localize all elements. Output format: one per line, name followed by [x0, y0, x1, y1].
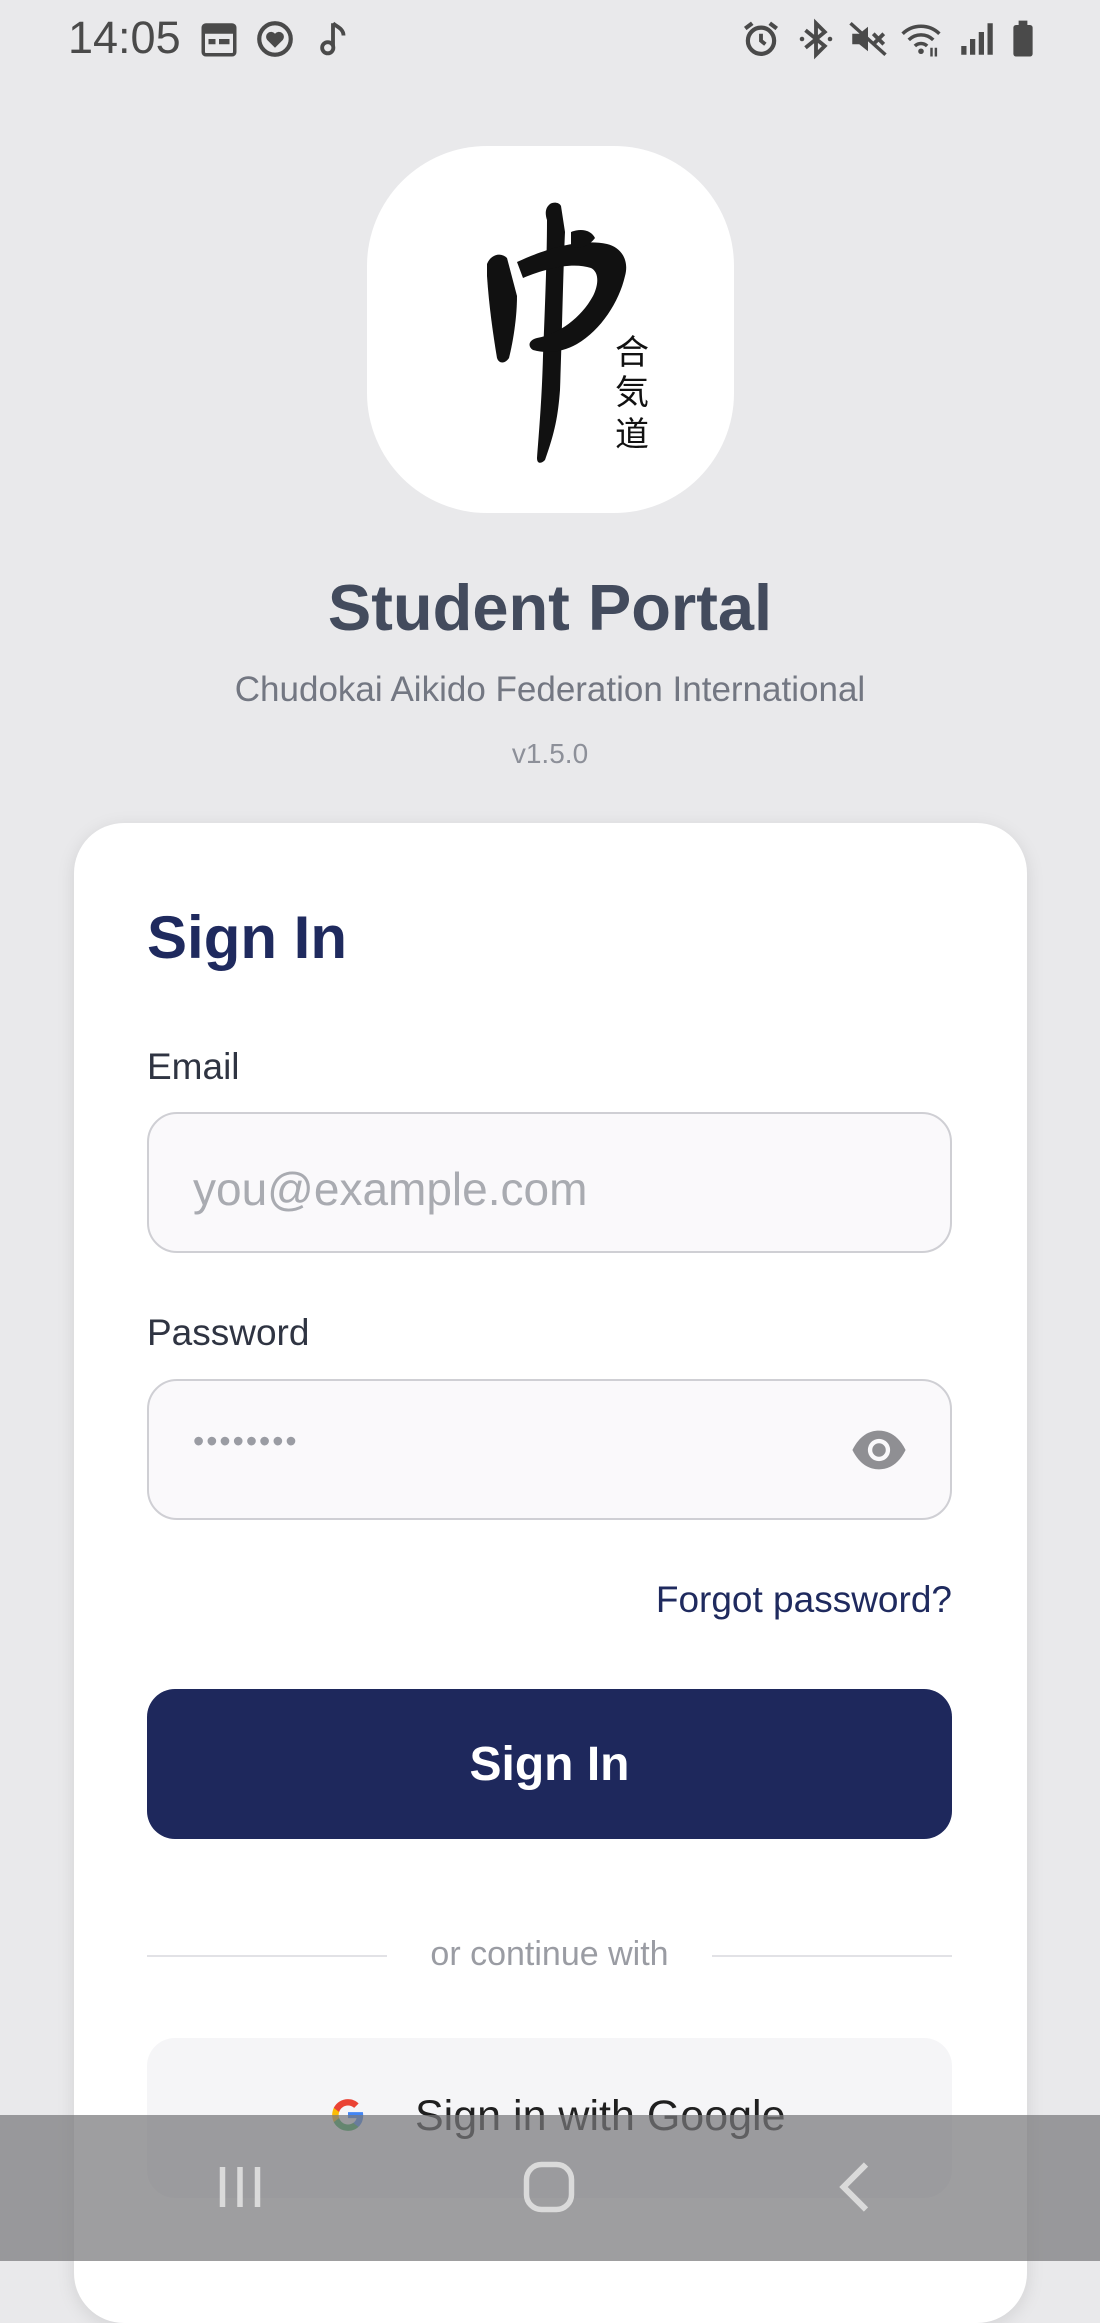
music-note-icon	[312, 18, 354, 60]
battery-icon	[1002, 18, 1044, 60]
back-icon[interactable]	[826, 2157, 886, 2217]
app-subtitle: Chudokai Aikido Federation International	[234, 670, 866, 709]
password-label: Password	[147, 1312, 310, 1353]
email-label: Email	[147, 1046, 240, 1087]
divider-text: or continue with	[430, 1935, 669, 1973]
status-time: 14:05	[68, 12, 181, 63]
alarm-icon	[740, 18, 782, 60]
password-masked-value: ••••••••	[193, 1423, 299, 1459]
signin-title: Sign In	[147, 904, 347, 971]
aikido-calligraphy-logo: 合 気 道	[487, 202, 649, 463]
app-version: v1.5.0	[511, 738, 589, 769]
signin-button[interactable]: Sign In	[147, 1689, 952, 1839]
svg-text:道: 道	[615, 415, 649, 455]
forgot-password-link[interactable]: Forgot password?	[656, 1579, 952, 1621]
status-bar: 14:05	[0, 0, 1100, 80]
calendar-icon	[198, 18, 240, 60]
bluetooth-icon	[795, 18, 837, 60]
system-nav-bar	[0, 2115, 1100, 2261]
mute-icon	[847, 18, 889, 60]
eye-icon[interactable]	[850, 1425, 908, 1475]
wifi-icon	[900, 18, 942, 60]
email-placeholder: you@example.com	[193, 1163, 588, 1215]
recents-icon[interactable]	[210, 2157, 270, 2217]
signal-icon	[956, 18, 998, 60]
svg-text:気: 気	[615, 373, 649, 413]
or-divider: or continue with	[147, 1927, 952, 1983]
app-logo: 合 気 道	[367, 146, 734, 513]
email-field[interactable]: you@example.com	[147, 1112, 952, 1253]
heart-rate-icon	[254, 18, 296, 60]
password-field[interactable]: ••••••••	[147, 1379, 952, 1520]
home-icon[interactable]	[519, 2157, 579, 2217]
svg-text:合: 合	[615, 333, 649, 373]
signin-card: Sign In Email you@example.com Password •…	[74, 823, 1027, 2323]
app-title: Student Portal	[327, 571, 773, 644]
